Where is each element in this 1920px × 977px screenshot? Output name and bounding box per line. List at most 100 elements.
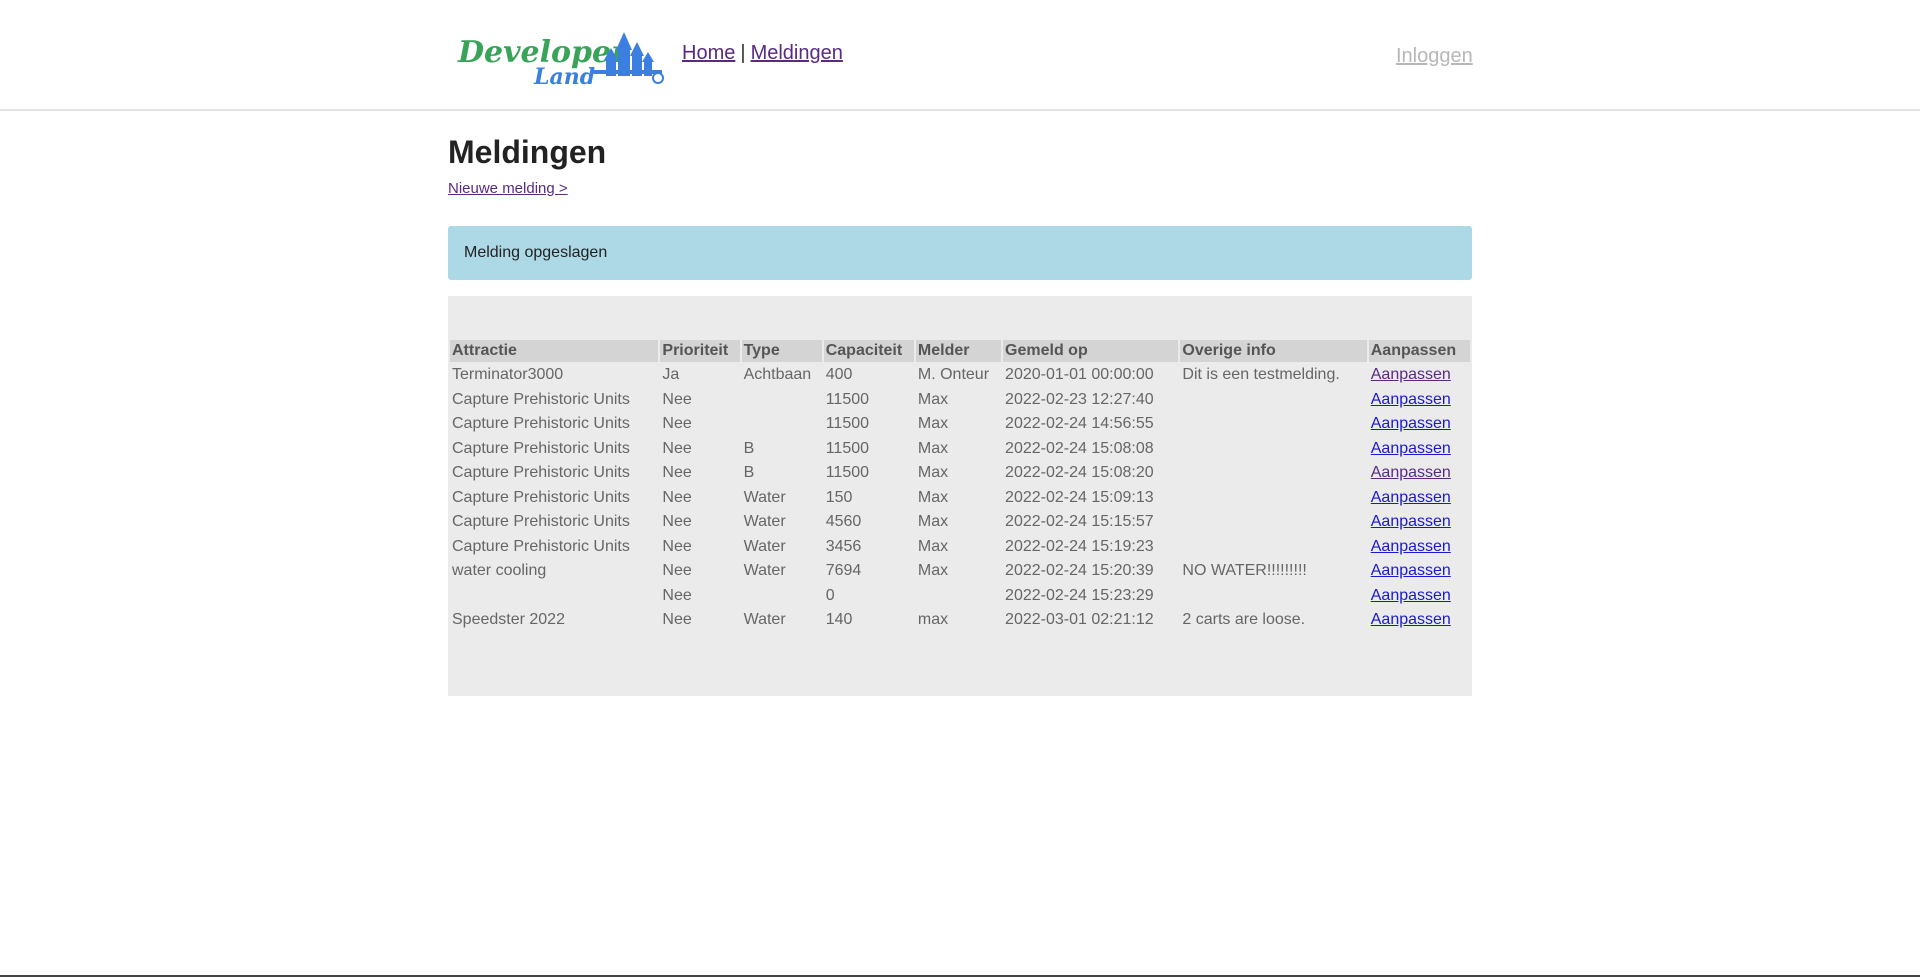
type-cell [742,585,822,608]
prioriteit-cell: Nee [662,464,692,482]
capaciteit-cell: 11500 [825,439,870,457]
site-header: Developer Land Home | Meldingen Inloggen [0,0,1920,111]
column-header-melder: Melder [915,340,1002,362]
attractie-cell: water cooling [452,562,547,580]
aanpassen-cell: Aanpassen [1369,536,1470,559]
column-header-overige-info: Overige info [1180,340,1367,362]
prioriteit-cell: Nee [662,513,692,531]
edit-melding-link[interactable]: Aanpassen [1371,464,1451,481]
table-header-row: Attractie Prioriteit Type Capaciteit Mel… [450,340,1470,362]
edit-melding-link[interactable]: Aanpassen [1371,489,1451,506]
capaciteit-cell: 11500 [825,464,870,482]
type-cell: Water [743,537,786,555]
table-body: Terminator3000 Ja Achtbaan 400 M. Onteur 2020… [450,364,1470,632]
prioriteit-cell: Ja [662,366,680,384]
edit-melding-link[interactable]: Aanpassen [1371,440,1451,457]
gemeld-op-cell: 2022-02-24 15:20:39 [1005,562,1154,580]
edit-melding-link[interactable]: Aanpassen [1371,538,1451,555]
aanpassen-cell: Aanpassen [1369,609,1470,632]
capaciteit-cell: 150 [825,488,853,506]
melder-cell: Max [917,513,949,531]
table-row: water cooling Nee Water 7694 Max 2022-02-24 1… [450,560,1470,583]
type-cell: Water [743,488,786,506]
attractie-cell: Capture Prehistoric Units [452,513,630,531]
melder-cell: Max [917,537,949,555]
melder-cell [916,585,1001,608]
gemeld-op-cell: 2022-02-24 15:15:57 [1005,513,1154,531]
edit-melding-link[interactable]: Aanpassen [1371,366,1451,383]
aanpassen-cell: Aanpassen [1369,438,1470,461]
attractie-cell: Capture Prehistoric Units [452,390,630,408]
aanpassen-cell: Aanpassen [1369,585,1470,608]
overige-info-cell: NO WATER!!!!!!!!! [1182,562,1307,580]
attractie-cell: Terminator3000 [452,366,564,384]
overige-info-cell [1180,389,1366,412]
nav-meldingen-link[interactable]: Meldingen [751,42,843,64]
table-row: Capture Prehistoric Units Nee Water 4560 Max… [450,511,1470,534]
melder-cell: M. Onteur [917,366,990,384]
gemeld-op-cell: 2022-03-01 02:21:12 [1005,611,1154,629]
capaciteit-cell: 4560 [825,513,862,531]
table-row: Capture Prehistoric Units Nee B 11500 Max 202… [450,462,1470,485]
gemeld-op-cell: 2022-02-23 12:27:40 [1005,390,1154,408]
attractie-cell [450,585,658,608]
melder-cell: Max [917,464,949,482]
nav-home-link[interactable]: Home [682,42,735,64]
capaciteit-cell: 140 [825,611,853,629]
gemeld-op-cell: 2022-02-24 15:23:29 [1005,586,1154,604]
edit-melding-link[interactable]: Aanpassen [1371,513,1451,530]
overige-info-cell [1180,536,1366,559]
developer-land-logo[interactable]: Developer Land [456,26,666,90]
edit-melding-link[interactable]: Aanpassen [1371,415,1451,432]
capaciteit-cell: 0 [825,586,835,604]
edit-melding-link[interactable]: Aanpassen [1371,562,1451,579]
column-header-gemeld-op: Gemeld op [1003,340,1179,362]
edit-melding-link[interactable]: Aanpassen [1371,611,1451,628]
aanpassen-cell: Aanpassen [1369,389,1470,412]
type-cell: Achtbaan [743,366,812,384]
prioriteit-cell: Nee [662,488,692,506]
prioriteit-cell: Nee [662,562,692,580]
table-row: Capture Prehistoric Units Nee 11500 Max 2022… [450,389,1470,412]
login-link[interactable]: Inloggen [1396,45,1473,68]
table-row: Capture Prehistoric Units Nee Water 150 Max 2… [450,487,1470,510]
edit-melding-link[interactable]: Aanpassen [1371,391,1451,408]
overige-info-cell: Dit is een testmelding. [1182,366,1340,384]
melder-cell: Max [917,562,949,580]
capaciteit-cell: 11500 [825,390,870,408]
capaciteit-cell: 11500 [825,415,870,433]
prioriteit-cell: Nee [662,415,692,433]
table-row: Terminator3000 Ja Achtbaan 400 M. Onteur 2020… [450,364,1470,387]
prioriteit-cell: Nee [662,439,692,457]
overige-info-cell [1180,487,1366,510]
edit-melding-link[interactable]: Aanpassen [1371,587,1451,604]
prioriteit-cell: Nee [662,586,692,604]
column-header-attractie: Attractie [450,340,659,362]
table-row: Capture Prehistoric Units Nee 11500 Max 2022… [450,413,1470,436]
logo-wordmark-bottom: Land [533,64,595,90]
new-melding-link[interactable]: Nieuwe melding > [448,180,568,197]
capaciteit-cell: 400 [825,366,853,384]
capaciteit-cell: 7694 [825,562,862,580]
melder-cell: max [917,611,949,629]
attractie-cell: Capture Prehistoric Units [452,464,630,482]
melder-cell: Max [917,390,949,408]
gemeld-op-cell: 2022-02-24 15:09:13 [1005,488,1154,506]
page-title: Meldingen [448,134,607,170]
aanpassen-cell: Aanpassen [1369,413,1470,436]
gemeld-op-cell: 2022-02-24 14:56:55 [1005,415,1154,433]
gemeld-op-cell: 2020-01-01 00:00:00 [1005,366,1154,384]
overige-info-cell [1180,413,1366,436]
gemeld-op-cell: 2022-02-24 15:08:08 [1005,439,1154,457]
melder-cell: Max [917,415,949,433]
column-header-capaciteit: Capaciteit [823,340,914,362]
column-header-aanpassen: Aanpassen [1368,340,1470,362]
table-row: Capture Prehistoric Units Nee B 11500 Max 202… [450,438,1470,461]
attractie-cell: Capture Prehistoric Units [452,415,630,433]
type-cell: Water [743,611,786,629]
attractie-cell: Capture Prehistoric Units [452,439,630,457]
table-row: Nee 0 2022-02-24 15:23:29 Aanpassen [450,585,1470,608]
melder-cell: Max [917,439,949,457]
attractie-cell: Capture Prehistoric Units [452,488,630,506]
gemeld-op-cell: 2022-02-24 15:19:23 [1005,537,1154,555]
